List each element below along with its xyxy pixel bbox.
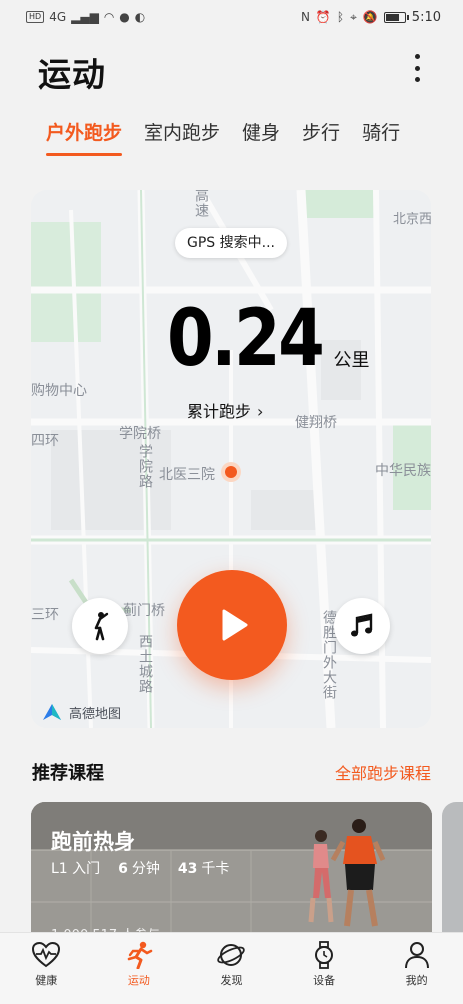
map-label-xitucheng: 西土城路	[137, 634, 153, 694]
amap-logo: 高德地图	[41, 702, 121, 722]
nav-discover[interactable]: 发现	[196, 941, 266, 988]
watch-icon	[315, 941, 334, 969]
calories-unit: 千卡	[201, 861, 230, 877]
course-meta: L1 入门 6 分钟 43 千卡	[51, 858, 229, 878]
cumulative-run-label: 累计跑步	[187, 402, 252, 421]
course-card-warmup[interactable]: 跑前热身 L1 入门 6分钟 43千卡 1,000,517 人参与	[31, 802, 432, 942]
wechat-icon: ●	[119, 10, 130, 24]
course-title: 跑前热身	[51, 830, 135, 854]
all-courses-link[interactable]: 全部跑步课程	[335, 760, 431, 784]
tab-cycling[interactable]: 骑行	[362, 114, 400, 154]
location-icon: ⌖	[350, 9, 357, 24]
start-run-button[interactable]	[177, 570, 287, 680]
nav-device[interactable]: 设备	[289, 941, 359, 988]
current-location-icon	[221, 462, 241, 482]
nav-label-health: 健康	[35, 974, 58, 987]
tab-outdoor-run[interactable]: 户外跑步	[46, 114, 123, 156]
header: 运动	[0, 34, 463, 104]
chevron-right-icon: ›	[257, 402, 264, 421]
status-left: HD 4G ▂▄▆ ◠ ● ◐	[26, 10, 145, 24]
heart-pulse-icon	[32, 941, 61, 968]
map-label-zhonghua: 中华民族	[375, 463, 431, 479]
amap-logo-text: 高德地图	[69, 706, 122, 722]
mute-icon: 🔕	[362, 10, 378, 24]
alarm-icon: ⏰	[315, 10, 331, 24]
play-icon	[222, 609, 248, 641]
battery-icon	[383, 11, 409, 23]
nav-label-discover: 发现	[220, 974, 243, 987]
runner-icon	[127, 941, 153, 969]
warmup-button[interactable]	[72, 598, 128, 654]
sport-page: HD 4G ▂▄▆ ◠ ● ◐ N ⏰ ᛒ ⌖ 🔕 5:10 运动 户外跑步 室…	[0, 0, 463, 1004]
map-label-beiyi: 北医三院	[159, 467, 215, 483]
more-options-icon[interactable]	[405, 52, 429, 84]
distance-unit: 公里	[333, 350, 370, 371]
nfc-icon: N	[300, 10, 310, 24]
course-level: L1 入门	[51, 861, 101, 877]
map-label-xueyuan-bridge: 学院桥	[119, 426, 161, 442]
music-note-icon	[351, 613, 373, 637]
amap-logo-icon	[43, 704, 61, 720]
nav-me[interactable]: 我的	[382, 941, 452, 988]
bottom-navigation: 健康 运动 发现 设备 我的	[0, 932, 463, 1004]
distance-display: 0.24 公里	[167, 300, 369, 378]
map-label-highway: 高速	[193, 190, 209, 218]
tab-walk[interactable]: 步行	[302, 114, 340, 154]
map-label-beijing-west: 北京西站	[393, 212, 431, 227]
calories-value: 43	[177, 861, 198, 877]
music-button[interactable]	[334, 598, 390, 654]
signal-label: 4G	[49, 10, 67, 24]
cumulative-run-link[interactable]: 累计跑步 ›	[187, 398, 263, 422]
map-label-fourth-ring: 四环	[31, 433, 59, 449]
battery-fill	[385, 13, 399, 21]
course-calories: 43 千卡	[178, 858, 229, 878]
signal-icon: ▂▄▆	[71, 10, 99, 24]
status-right: N ⏰ ᛒ ⌖ 🔕 5:10	[301, 10, 441, 25]
nav-sport[interactable]: 运动	[104, 941, 174, 988]
gps-status-pill: GPS 搜索中...	[175, 228, 287, 258]
distance-value: 0.24	[167, 294, 325, 384]
tab-fitness[interactable]: 健身	[242, 114, 280, 154]
hd-chip: HD	[26, 11, 45, 23]
person-icon	[404, 942, 429, 969]
nav-label-device: 设备	[313, 974, 336, 987]
map-label-jianxiang-bridge: 健翔桥	[295, 415, 337, 431]
chat-icon: ◐	[134, 10, 146, 24]
recommended-title: 推荐课程	[32, 763, 104, 784]
page-title: 运动	[38, 55, 106, 94]
sport-type-tabs: 户外跑步 室内跑步 健身 步行 骑行	[0, 114, 463, 160]
wifi-icon: ◠	[103, 10, 115, 24]
map-label-shopping: 购物中心	[31, 383, 87, 399]
map-label-xueyuan-road: 学院路	[137, 444, 153, 489]
planet-icon	[217, 944, 246, 966]
tab-indoor-run[interactable]: 室内跑步	[144, 114, 220, 154]
course-card-next[interactable]	[442, 802, 463, 942]
nav-label-sport: 运动	[127, 974, 150, 987]
map-card[interactable]: 高速 北京西站 购物中心 四环 学院桥 健翔桥 学院路 北医三院 中华民族 三环…	[31, 190, 431, 728]
course-duration: 6 分钟	[118, 858, 160, 878]
status-bar: HD 4G ▂▄▆ ◠ ● ◐ N ⏰ ᛒ ⌖ 🔕 5:10	[0, 0, 463, 34]
stretch-icon	[94, 612, 109, 641]
map-label-third-ring: 三环	[31, 607, 59, 623]
nav-health[interactable]: 健康	[11, 941, 81, 988]
duration-unit: 分钟	[131, 861, 160, 877]
nav-label-me: 我的	[405, 974, 428, 987]
map-label-jimen-bridge: 蓟门桥	[123, 603, 165, 619]
bluetooth-icon: ᛒ	[336, 10, 345, 24]
clock: 5:10	[411, 9, 441, 25]
duration-value: 6	[118, 861, 128, 877]
